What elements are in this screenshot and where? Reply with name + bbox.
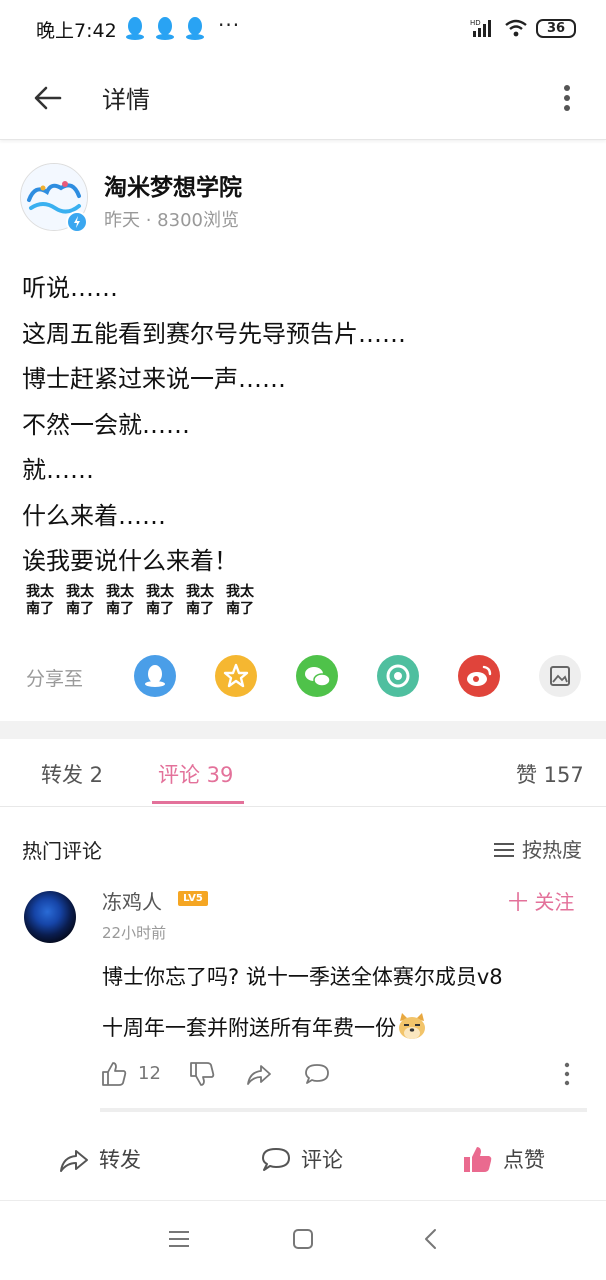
qq-notification-icon	[156, 17, 174, 40]
wechat-share-button[interactable]	[296, 655, 338, 697]
qq-notification-icon	[186, 17, 204, 40]
post-content: 听说…… 这周五能看到赛尔号先导预告片…… 博士赶紧过来说一声…… 不然一会就……	[22, 266, 592, 585]
tab-comments[interactable]: 评论 39	[158, 759, 233, 789]
home-square-icon[interactable]	[291, 1227, 315, 1251]
post-line: 诶我要说什么来着！	[22, 547, 238, 575]
back-arrow-icon[interactable]	[30, 80, 66, 116]
post-action-bar: 转发 评论 点赞	[0, 1130, 606, 1192]
post-line: 就……	[22, 456, 94, 484]
back-chevron-icon[interactable]	[419, 1227, 443, 1251]
reply-divider	[100, 1108, 587, 1112]
like-label: 点赞	[503, 1148, 545, 1172]
thumbs-up-filled-icon	[464, 1147, 492, 1172]
network-label: HD	[470, 19, 481, 27]
qzone-icon	[223, 663, 249, 688]
status-bar: 晚上7:42 ··· HD 36	[0, 0, 606, 58]
comment-text-line: 博士你忘了吗? 说十一季送全体赛尔成员v8	[102, 965, 503, 989]
commenter-avatar[interactable]	[24, 891, 76, 943]
tab-repost[interactable]: 转发 2	[41, 759, 103, 789]
weibo-share-button[interactable]	[458, 655, 500, 697]
sticker-emoji: 我太 南了	[146, 584, 174, 617]
hot-comments-title: 热门评论	[22, 839, 102, 863]
comment-bubble-icon	[262, 1148, 290, 1171]
status-time: 晚上7:42	[36, 20, 117, 42]
post-meta: 昨天 · 8300浏览	[104, 210, 239, 231]
post-line: 什么来着……	[22, 501, 166, 530]
weibo-icon	[467, 665, 492, 686]
thumbs-down-icon[interactable]	[188, 1060, 216, 1088]
tab-likes[interactable]: 赞 157	[516, 759, 584, 789]
repost-button[interactable]: 转发	[58, 1144, 158, 1176]
comment-time: 22小时前	[102, 924, 167, 942]
repost-label: 转发	[99, 1148, 141, 1172]
like-button[interactable]: 点赞	[462, 1144, 562, 1176]
qq-notification-icon	[126, 17, 144, 40]
top-app-bar: 详情	[0, 58, 606, 140]
qq-icon	[145, 665, 165, 687]
system-nav-bar	[0, 1200, 606, 1280]
sort-by-popularity-button[interactable]: 按热度	[494, 834, 582, 863]
page-title: 详情	[102, 86, 150, 114]
qzone-share-button[interactable]	[215, 655, 257, 697]
reply-bubble-icon[interactable]	[303, 1060, 331, 1088]
qq-share-button[interactable]	[134, 655, 176, 697]
signal-icon: HD	[470, 19, 491, 37]
share-label: 分享至	[26, 668, 84, 690]
wechat-icon	[305, 667, 331, 687]
verified-badge-icon	[66, 211, 88, 233]
author-name[interactable]: 淘米梦想学院	[104, 168, 242, 202]
moments-icon	[386, 664, 410, 688]
moments-share-button[interactable]	[377, 655, 419, 697]
post-line: 这周五能看到赛尔号先导预告片……	[22, 319, 406, 348]
section-divider	[0, 721, 606, 739]
repost-arrow-icon	[60, 1150, 88, 1172]
sort-icon	[494, 843, 514, 857]
sort-label: 按热度	[522, 838, 582, 862]
post-line: 不然一会就……	[22, 410, 190, 439]
battery-icon: 36	[536, 19, 576, 38]
menu-icon[interactable]	[167, 1227, 191, 1251]
comment-text-line: 十周年一套并附送所有年费一份	[102, 1016, 396, 1040]
active-tab-indicator	[152, 801, 244, 804]
image-share-button[interactable]	[539, 655, 581, 697]
comment-text: 博士你忘了吗? 说十一季送全体赛尔成员v8 十周年一套并附送所有年费一份	[102, 952, 592, 1054]
more-vertical-icon[interactable]	[556, 78, 578, 118]
post-line: 听说……	[22, 274, 118, 302]
more-notifications-icon: ···	[218, 13, 241, 37]
sticker-emoji: 我太 南了	[106, 584, 134, 617]
comment-label: 评论	[301, 1148, 343, 1172]
comment-button[interactable]: 评论	[260, 1144, 360, 1176]
post-tabs: 转发 2 评论 39 赞 157	[0, 739, 606, 807]
commenter-name[interactable]: 冻鸡人	[102, 886, 162, 915]
sticker-emoji: 我太 南了	[26, 584, 54, 617]
comment-more-icon[interactable]	[562, 1060, 572, 1088]
follow-button[interactable]: 十 关注	[508, 886, 574, 915]
sticker-emoji: 我太 南了	[66, 584, 94, 617]
comment-like-count: 12	[138, 1063, 161, 1084]
sticker-row: 我太 南了 我太 南了 我太 南了 我太 南了 我太 南了 我太 南了	[22, 584, 262, 624]
sticker-emoji: 我太 南了	[186, 584, 214, 617]
thumbs-up-icon[interactable]	[100, 1060, 128, 1088]
doge-emoji-icon	[399, 1013, 425, 1039]
level-badge: LV5	[178, 891, 208, 906]
sticker-emoji: 我太 南了	[226, 584, 254, 617]
comment-actions: 12	[100, 1058, 590, 1092]
image-icon	[550, 666, 570, 686]
wifi-icon	[505, 19, 527, 37]
share-arrow-icon[interactable]	[245, 1060, 273, 1088]
post-line: 博士赶紧过来说一声……	[22, 365, 286, 393]
